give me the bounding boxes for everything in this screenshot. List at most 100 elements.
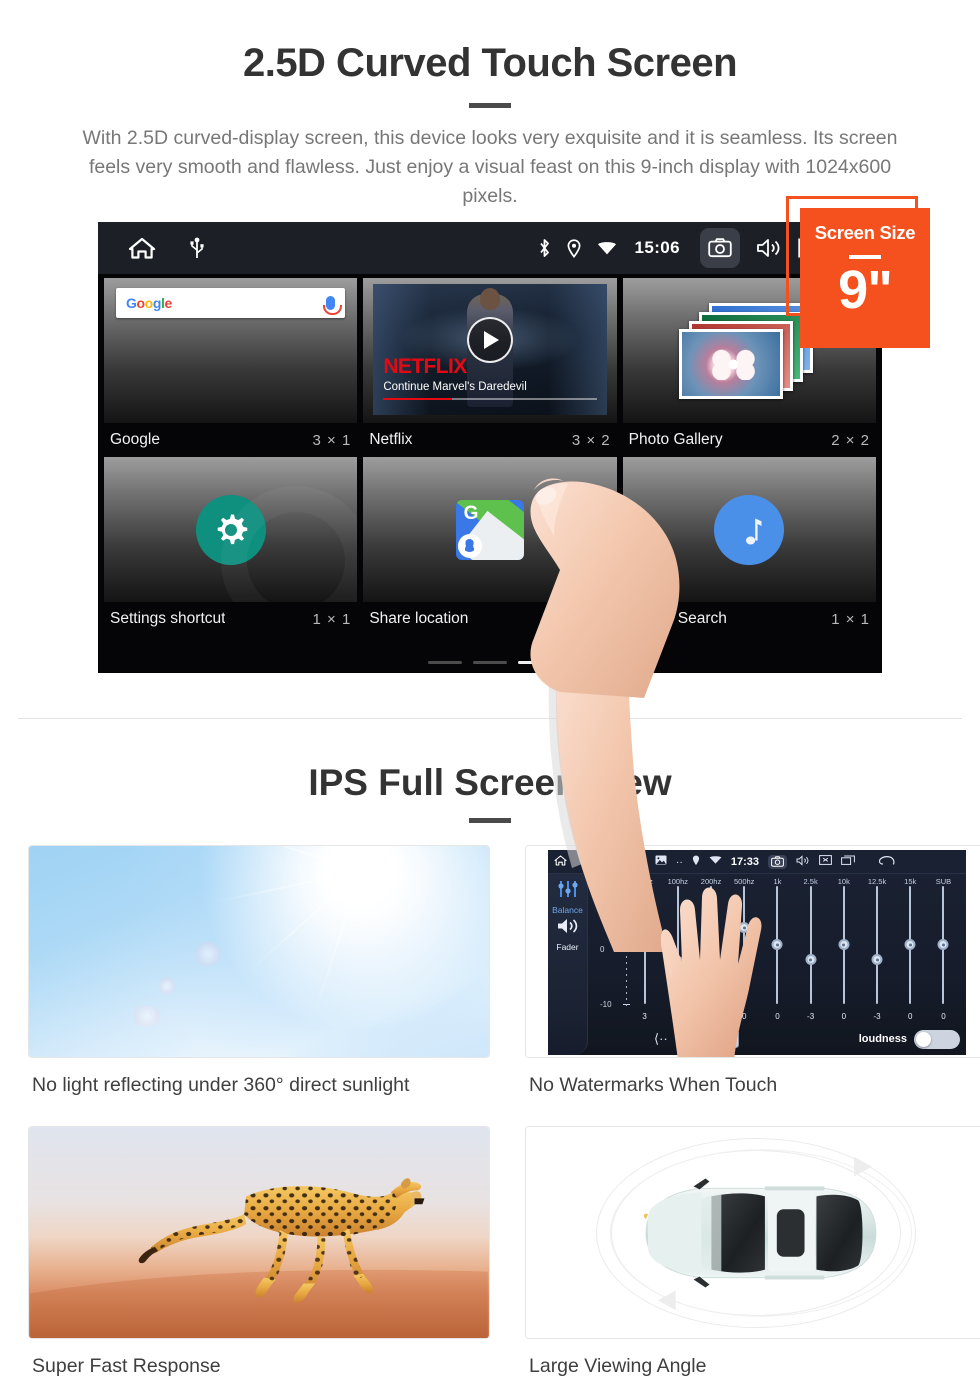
widget-size: 1 × 1 — [831, 610, 870, 628]
amplifier-equalizer-screenshot: Amplifier ·· 17:33 Balance Fader 60hz 10… — [525, 845, 980, 1058]
gallery-icon — [655, 855, 667, 868]
wifi-icon — [709, 855, 722, 868]
camera-icon[interactable] — [767, 854, 787, 869]
page-indicator[interactable] — [98, 661, 882, 664]
widget-cell-google[interactable]: Google Google 3 × 1 — [104, 278, 358, 457]
close-box-icon[interactable] — [819, 855, 832, 868]
microphone-icon — [323, 296, 343, 315]
car-top-view-illustration — [525, 1126, 980, 1339]
sunny-sky-photo — [28, 845, 490, 1058]
section-2-underline-rule — [469, 818, 511, 823]
eq-band-value: 0 — [841, 1012, 847, 1021]
location-pin-icon — [567, 238, 581, 258]
widget-label: Share location — [369, 610, 469, 627]
eq-scale-mid: 0 — [600, 945, 605, 954]
screen-size-value: 9" — [838, 259, 893, 320]
back-icon[interactable] — [878, 855, 896, 869]
netflix-widget: NETFLIX Continue Marvel's Daredevil — [363, 278, 617, 423]
eq-band-value: -3 — [873, 1012, 881, 1021]
section-2-title: IPS Full Screen View — [308, 762, 672, 803]
eq-band-label: 12.5k — [867, 877, 887, 886]
eq-band-value: 0 — [941, 1012, 946, 1021]
music-note-icon — [714, 494, 785, 565]
netflix-progress-bar — [383, 397, 597, 400]
eq-band-label: 2.5k — [803, 877, 818, 886]
android-device-screenshot: 15:06 Google Google 3 × 1 NETFLIX Contin… — [98, 222, 882, 952]
widget-cell-share-location[interactable]: G Share location 1 × 1 — [363, 457, 617, 636]
eq-slider-15k[interactable] — [894, 886, 927, 1010]
widget-row-2: Settings shortcut 1 × 1 G Share location… — [104, 457, 876, 636]
home-icon[interactable] — [128, 236, 156, 260]
google-logo: Google — [126, 295, 172, 311]
eq-slider-10k[interactable] — [827, 886, 860, 1010]
amplifier-side-nav: Balance Fader — [548, 874, 588, 1055]
balance-label[interactable]: Balance — [552, 905, 583, 915]
screen-size-badge: Screen Size 9" — [800, 208, 930, 348]
status-clock: 15:06 — [634, 238, 680, 257]
feature-caption: Large Viewing Angle — [529, 1355, 707, 1377]
widget-size: 1 × 1 — [312, 610, 352, 628]
widget-label: Settings shortcut — [110, 610, 226, 627]
widget-size: 1 × 1 — [571, 610, 611, 628]
share-location-thumb: G — [363, 457, 617, 602]
loudness-toggle[interactable] — [914, 1029, 960, 1049]
feature-card-row-1: No light reflecting under 360° direct su… — [28, 845, 980, 1097]
eq-band-value: 0 — [908, 1012, 913, 1021]
screen-size-label: Screen Size — [814, 222, 916, 243]
feature-card-sunlight: No light reflecting under 360° direct su… — [28, 845, 490, 1097]
widget-cell-settings-shortcut[interactable]: Settings shortcut 1 × 1 — [104, 457, 358, 636]
widget-row-1: Google Google 3 × 1 NETFLIX Continue Mar… — [104, 278, 876, 457]
feature-caption: Super Fast Response — [32, 1355, 221, 1377]
widget-label: Google — [110, 431, 160, 448]
page-dot-active[interactable] — [518, 661, 552, 664]
location-pin-icon — [692, 855, 700, 869]
eq-band-label: 15k — [904, 877, 917, 886]
eq-scale-top: 10 — [600, 890, 609, 899]
widget-label: Photo Gallery — [628, 431, 723, 448]
open-hand-illustration — [661, 887, 762, 1057]
volume-icon[interactable] — [796, 854, 810, 869]
eq-scale-bottom: -10 — [600, 1000, 612, 1009]
widget-cell-sound-search[interactable]: Sound Search 1 × 1 — [622, 457, 876, 636]
camera-icon[interactable] — [700, 228, 740, 268]
widget-size: 3 × 1 — [312, 431, 352, 449]
feature-card-no-watermarks: Amplifier ·· 17:33 Balance Fader 60hz 10… — [525, 845, 980, 1097]
feature-card-viewing-angle: Large Viewing Angle — [525, 1126, 980, 1378]
sliders-icon[interactable] — [557, 880, 579, 903]
eq-band-label: SUB — [935, 877, 952, 886]
amplifier-status-bar: Amplifier ·· 17:33 — [548, 850, 966, 874]
feature-card-row-2: Super Fast Response Large Viewing Angle — [28, 1126, 980, 1378]
usb-icon — [190, 237, 204, 259]
speaker-icon[interactable] — [556, 917, 580, 940]
section-divider — [18, 718, 962, 719]
widget-label: Netflix — [369, 431, 413, 448]
bluetooth-icon — [538, 238, 551, 258]
widget-picker-grid: Google Google 3 × 1 NETFLIX Continue Mar… — [98, 274, 882, 673]
play-icon[interactable] — [466, 317, 513, 364]
amplifier-title: Amplifier — [592, 855, 642, 868]
eq-slider-sub[interactable] — [927, 886, 960, 1010]
netflix-subtitle: Continue Marvel's Daredevil — [383, 381, 527, 393]
settings-thumb — [104, 457, 358, 602]
feature-caption: No Watermarks When Touch — [529, 1074, 778, 1096]
google-maps-icon: G — [455, 499, 524, 560]
eq-band-label: 10k — [837, 877, 850, 886]
home-icon[interactable] — [554, 854, 567, 869]
running-cheetah-photo — [28, 1126, 490, 1339]
feature-card-grid: No light reflecting under 360° direct su… — [28, 845, 980, 1378]
section-1-title: 2.5D Curved Touch Screen — [242, 41, 738, 85]
page-dot[interactable] — [428, 661, 462, 664]
wifi-icon — [597, 240, 617, 256]
eq-slider-12.5k[interactable] — [860, 886, 893, 1010]
loudness-label: loudness — [858, 1033, 907, 1045]
volume-icon[interactable] — [756, 237, 782, 259]
google-search-bar: Google — [104, 278, 358, 423]
page-dot[interactable] — [473, 661, 507, 664]
widget-cell-netflix[interactable]: NETFLIX Continue Marvel's Daredevil Netf… — [363, 278, 617, 457]
more-icon: ·· — [675, 855, 683, 868]
eq-scale: 10 0 -10 — [600, 890, 630, 1012]
eq-slider-2.5k[interactable] — [794, 886, 827, 1010]
recent-apps-icon[interactable] — [841, 855, 855, 868]
widget-size: 2 × 2 — [831, 431, 870, 449]
fader-label[interactable]: Fader — [556, 942, 578, 952]
